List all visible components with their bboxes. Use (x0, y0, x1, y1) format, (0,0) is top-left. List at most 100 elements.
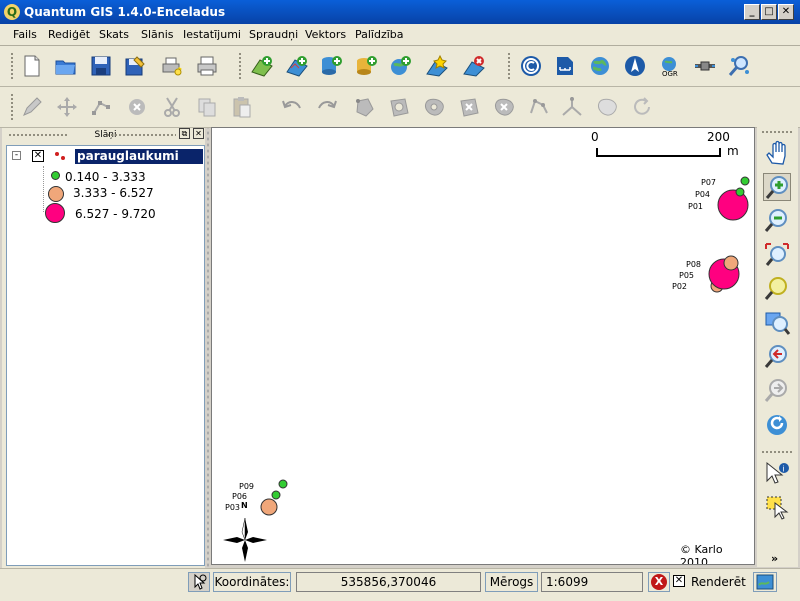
add-ring-icon[interactable] (387, 95, 411, 119)
copyright-label: © Karlo 2010 (680, 543, 723, 565)
close-window-button[interactable]: ✕ (778, 4, 794, 20)
world-map-icon[interactable] (588, 54, 612, 78)
scale-field[interactable]: 1:6099 (541, 572, 643, 592)
ogr-converter-icon[interactable]: OGR (658, 54, 682, 78)
redo-icon[interactable] (315, 95, 339, 119)
add-island-icon[interactable] (422, 95, 446, 119)
add-spatialite-layer-icon[interactable] (354, 54, 378, 78)
new-vector-layer-icon[interactable] (425, 54, 449, 78)
split-features-icon[interactable] (560, 95, 584, 119)
remove-layer-icon[interactable] (462, 54, 486, 78)
qgis-app-icon: Q (4, 4, 20, 20)
new-project-icon[interactable] (20, 54, 44, 78)
float-panel-button[interactable]: ⧉ (179, 128, 190, 139)
map-point-p07 (740, 176, 750, 186)
menu-iestatijumi[interactable]: Iestatījumi (183, 28, 241, 41)
copy-features-icon[interactable] (195, 95, 219, 119)
identify-icon[interactable]: i (763, 459, 791, 487)
digitizing-toolbar (0, 87, 800, 128)
toggle-editing-icon[interactable] (20, 95, 44, 119)
mouse-pointer-icon[interactable] (188, 572, 210, 592)
menu-bar: Fails Rediģēt Skats Slānis Iestatījumi S… (0, 24, 800, 46)
simplify-feature-icon[interactable] (352, 95, 376, 119)
open-project-icon[interactable] (54, 54, 78, 78)
maximize-button[interactable]: □ (761, 4, 777, 20)
move-feature-icon[interactable] (55, 95, 79, 119)
menu-skats[interactable]: Skats (99, 28, 129, 41)
menu-fails[interactable]: Fails (13, 28, 37, 41)
add-vector-layer-icon[interactable] (250, 54, 274, 78)
coordinates-field[interactable]: 535856,370046 (296, 572, 481, 592)
zoom-next-icon[interactable] (763, 377, 791, 405)
layer-visibility-checkbox[interactable]: ✕ (32, 150, 44, 162)
render-label: Renderēt (691, 575, 746, 589)
toolbar-grip[interactable] (10, 52, 14, 80)
panel-splitter[interactable] (205, 128, 210, 568)
identify-plugin-icon[interactable] (727, 54, 751, 78)
window-title: Quantum GIS 1.4.0-Enceladus (24, 5, 226, 19)
save-as-icon[interactable] (123, 54, 147, 78)
menu-palidziba[interactable]: Palīdzība (355, 28, 404, 41)
delete-ring-icon[interactable] (457, 95, 481, 119)
zoom-to-selection-icon[interactable] (763, 309, 791, 337)
toolbar-grip[interactable] (761, 130, 793, 134)
zoom-in-icon[interactable] (763, 173, 791, 201)
green-point-symbol (51, 171, 60, 180)
toolbar-grip[interactable] (761, 450, 793, 454)
status-bar: Koordinātes: 535856,370046 Mērogs 1:6099… (0, 568, 800, 601)
merge-features-icon[interactable] (595, 95, 619, 119)
add-raster-layer-icon[interactable] (285, 54, 309, 78)
map-canvas[interactable]: 0 200 m P07 P04 P01 P08 P05 P02 P09 P06 … (211, 127, 755, 565)
cut-features-icon[interactable] (160, 95, 184, 119)
zoom-full-icon[interactable] (763, 241, 791, 269)
collapse-toggle-icon[interactable]: - (12, 151, 21, 160)
paste-features-icon[interactable] (230, 95, 254, 119)
zoom-last-icon[interactable] (763, 343, 791, 371)
layer-name[interactable]: parauglaukumi (75, 149, 203, 164)
delete-selected-icon[interactable] (125, 95, 149, 119)
stop-render-button[interactable]: X (648, 572, 670, 592)
menu-vektors[interactable]: Vektors (305, 28, 346, 41)
add-postgis-layer-icon[interactable] (319, 54, 343, 78)
legend-class-label: 6.527 - 9.720 (75, 207, 156, 221)
menu-spraudni[interactable]: Spraudņi (249, 28, 298, 41)
svg-text:OGR: OGR (662, 70, 678, 78)
menu-rediget[interactable]: Rediģēt (48, 28, 90, 41)
layers-panel: Slāņi ⧉ ✕ - ✕ parauglaukumi 0.140 - 3.33… (2, 128, 205, 568)
pan-icon[interactable] (763, 139, 791, 167)
add-wms-layer-icon[interactable] (388, 54, 412, 78)
more-tools-icon[interactable]: » (771, 552, 778, 565)
north-arrow-icon[interactable] (623, 54, 647, 78)
layers-panel-header[interactable]: Slāņi ⧉ ✕ (6, 128, 205, 142)
map-point-p08 (723, 255, 739, 271)
delete-part-icon[interactable] (492, 95, 516, 119)
render-checkbox[interactable]: ✕ (673, 575, 685, 587)
print-icon[interactable] (195, 54, 219, 78)
save-project-icon[interactable] (89, 54, 113, 78)
scalebar-icon[interactable] (553, 54, 577, 78)
gps-tools-icon[interactable] (693, 54, 717, 78)
point-label: P01 (688, 202, 704, 211)
close-panel-button[interactable]: ✕ (193, 128, 204, 139)
reshape-features-icon[interactable] (527, 95, 551, 119)
menu-slanis[interactable]: Slānis (141, 28, 174, 41)
zoom-out-icon[interactable] (763, 207, 791, 235)
minimize-button[interactable]: _ (744, 4, 760, 20)
node-tool-icon[interactable] (90, 95, 114, 119)
rotate-label-icon[interactable] (630, 95, 654, 119)
toolbar-grip[interactable] (507, 52, 511, 80)
scalebar-end-label: 200 (707, 130, 730, 144)
print-composer-icon[interactable] (160, 54, 184, 78)
map-navigation-toolbar: i » (757, 127, 798, 567)
refresh-icon[interactable] (763, 411, 791, 439)
window-titlebar[interactable]: Q Quantum GIS 1.4.0-Enceladus _ □ ✕ (0, 0, 800, 24)
toolbar-grip[interactable] (10, 93, 14, 121)
select-features-icon[interactable] (763, 493, 791, 521)
projection-icon[interactable] (753, 572, 777, 592)
zoom-to-layer-icon[interactable] (763, 275, 791, 303)
copyright-label-icon[interactable] (519, 54, 543, 78)
layer-item-parauglaukumi[interactable]: - ✕ parauglaukumi (10, 148, 203, 165)
toolbar-grip[interactable] (238, 52, 242, 80)
undo-icon[interactable] (280, 95, 304, 119)
north-arrow-icon (223, 517, 267, 562)
